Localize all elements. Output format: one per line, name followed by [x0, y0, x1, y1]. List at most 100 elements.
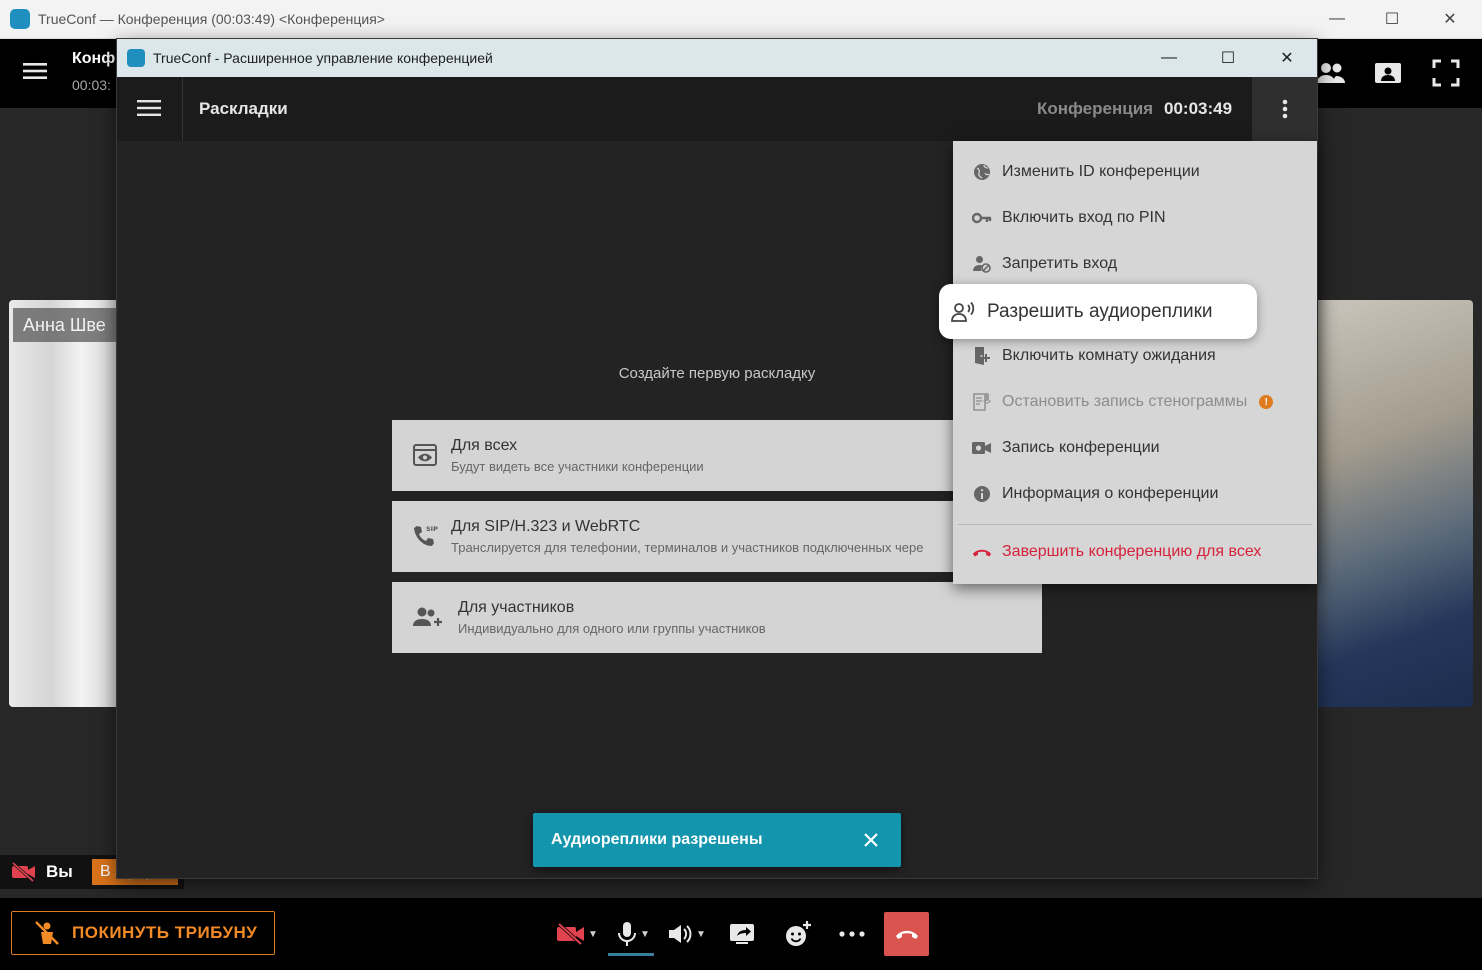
emoji-add-icon [786, 921, 811, 946]
microphone-button[interactable]: ▼ [610, 912, 656, 956]
conference-actions-menu: Изменить ID конференции Включить вход по… [953, 141, 1317, 584]
conference-label: Конференция [1037, 99, 1154, 118]
menu-item-deny-entry[interactable]: Запретить вход [953, 241, 1317, 287]
leave-tribune-button[interactable]: ПОКИНУТЬ ТРИБУНУ [11, 911, 275, 955]
minimize-button[interactable]: — [1314, 0, 1360, 38]
info-icon [972, 484, 992, 504]
chevron-down-icon[interactable]: ▼ [588, 929, 598, 940]
menu-item-label: Остановить запись стенограммы [1002, 393, 1248, 410]
fullscreen-icon[interactable] [1430, 57, 1462, 89]
hamburger-menu-icon[interactable] [137, 99, 161, 117]
sip-phone-icon: SIP [414, 525, 438, 546]
user-block-icon [972, 254, 992, 274]
close-window-button[interactable]: ✕ [1264, 39, 1310, 77]
key-icon [972, 208, 992, 228]
close-icon [864, 833, 878, 847]
leave-podium-icon [35, 921, 59, 945]
participant-video-tile[interactable] [1310, 300, 1473, 707]
hamburger-menu-icon[interactable] [22, 61, 48, 81]
reactions-button[interactable] [782, 912, 814, 956]
leave-tribune-label: ПОКИНУТЬ ТРИБУНУ [72, 923, 258, 942]
transcript-icon [972, 392, 992, 412]
participant-video-tile[interactable]: Анна Шве [9, 300, 129, 707]
camera-off-icon [557, 922, 585, 946]
layout-control-icon[interactable] [1372, 57, 1404, 89]
menu-divider [958, 524, 1312, 525]
menu-item-label: Запись конференции [1002, 439, 1160, 456]
menu-item-allow-audio-replies[interactable]: Разрешить аудиореплики [939, 284, 1257, 339]
conference-name: Конф [72, 50, 116, 67]
main-window-title: TrueConf — Конференция (00:03:49) <Конфе… [38, 11, 385, 27]
layout-subtitle: Транслируется для телефонии, терминалов … [451, 540, 924, 555]
layout-subtitle: Будут видеть все участники конференции [451, 459, 704, 474]
hangup-icon [972, 542, 992, 562]
chevron-down-icon[interactable]: ▼ [640, 929, 650, 940]
layout-subtitle: Индивидуально для одного или группы учас… [458, 621, 766, 636]
hangup-button[interactable] [884, 912, 929, 956]
header-divider [182, 77, 183, 141]
trueconf-logo-icon [10, 9, 30, 29]
layout-option-for-all[interactable]: Для всех Будут видеть все участники конф… [392, 420, 1042, 491]
menu-item-label: Запретить вход [1002, 255, 1118, 272]
modal-titlebar: TrueConf - Расширенное управление конфер… [117, 39, 1317, 77]
more-options-button[interactable] [1252, 77, 1317, 141]
main-window-titlebar: TrueConf — Конференция (00:03:49) <Конфе… [0, 0, 1482, 39]
layout-title: Для всех [451, 437, 518, 454]
video-record-icon [972, 438, 992, 458]
chevron-down-icon[interactable]: ▼ [696, 929, 706, 940]
menu-item-label: Разрешить аудиореплики [987, 300, 1213, 322]
warning-badge: ! [1259, 395, 1274, 409]
add-people-icon [413, 607, 442, 626]
modal-window-title: TrueConf - Расширенное управление конфер… [153, 50, 493, 66]
mic-level-indicator [608, 953, 654, 956]
menu-item-record-conference[interactable]: Запись конференции [953, 425, 1317, 471]
more-options-button[interactable] [836, 912, 868, 956]
toast-close-button[interactable] [855, 824, 887, 856]
bottom-toolbar: ПОКИНУТЬ ТРИБУНУ ▼ ▼ ▼ [0, 898, 1482, 970]
layout-title: Для SIP/H.323 и WebRTC [451, 518, 641, 535]
menu-item-label: Информация о конференции [1002, 485, 1219, 502]
camera-toggle-button[interactable]: ▼ [554, 912, 600, 956]
participant-name-label: Анна Шве [13, 308, 129, 342]
page-title: Раскладки [199, 99, 288, 118]
conference-timer: 00:03: [72, 77, 111, 93]
share-screen-icon [730, 924, 754, 944]
globe-icon [972, 162, 992, 182]
speaker-icon [669, 925, 692, 943]
close-window-button[interactable]: ✕ [1427, 0, 1473, 38]
door-enter-icon [972, 346, 992, 366]
menu-item-conference-info[interactable]: Информация о конференции [953, 471, 1317, 517]
more-horizontal-icon [839, 931, 865, 937]
participants-icon[interactable] [1315, 57, 1347, 89]
menu-item-stop-transcript: Остановить запись стенограммы ! [953, 379, 1317, 425]
maximize-button[interactable]: ☐ [1205, 39, 1251, 77]
layout-option-participants[interactable]: Для участников Индивидуально для одного … [392, 582, 1042, 653]
layout-option-sip[interactable]: SIP Для SIP/H.323 и WebRTC Транслируется… [392, 501, 1042, 572]
speaker-button[interactable]: ▼ [663, 912, 709, 956]
eye-screen-icon [413, 444, 437, 466]
menu-item-label: Завершить конференцию для всех [1002, 543, 1262, 560]
layout-title: Для участников [458, 599, 575, 616]
camera-off-icon [11, 862, 35, 882]
toast-message: Аудиореплики разрешены [551, 831, 763, 848]
voice-user-icon [951, 301, 975, 323]
menu-item-label: Включить комнату ожидания [1002, 347, 1216, 364]
self-label: Вы [46, 862, 73, 881]
more-vertical-icon [1282, 99, 1287, 119]
notification-toast: Аудиореплики разрешены [533, 813, 901, 867]
menu-item-enable-pin[interactable]: Включить вход по PIN [953, 195, 1317, 241]
maximize-button[interactable]: ☐ [1369, 0, 1415, 38]
minimize-button[interactable]: — [1146, 39, 1192, 77]
trueconf-logo-icon [127, 49, 145, 67]
menu-item-label: Изменить ID конференции [1002, 163, 1200, 180]
menu-item-end-for-all[interactable]: Завершить конференцию для всех [953, 529, 1317, 575]
menu-item-waiting-room[interactable]: Включить комнату ожидания [953, 333, 1317, 379]
menu-item-change-id[interactable]: Изменить ID конференции [953, 149, 1317, 195]
share-screen-button[interactable] [726, 912, 758, 956]
microphone-icon [618, 922, 637, 946]
menu-item-label: Включить вход по PIN [1002, 209, 1166, 226]
conference-timer: 00:03:49 [1164, 99, 1233, 118]
svg-text:SIP: SIP [426, 525, 438, 533]
modal-header: Раскладки Конференция 00:03:49 [117, 77, 1317, 141]
hangup-icon [895, 930, 918, 939]
